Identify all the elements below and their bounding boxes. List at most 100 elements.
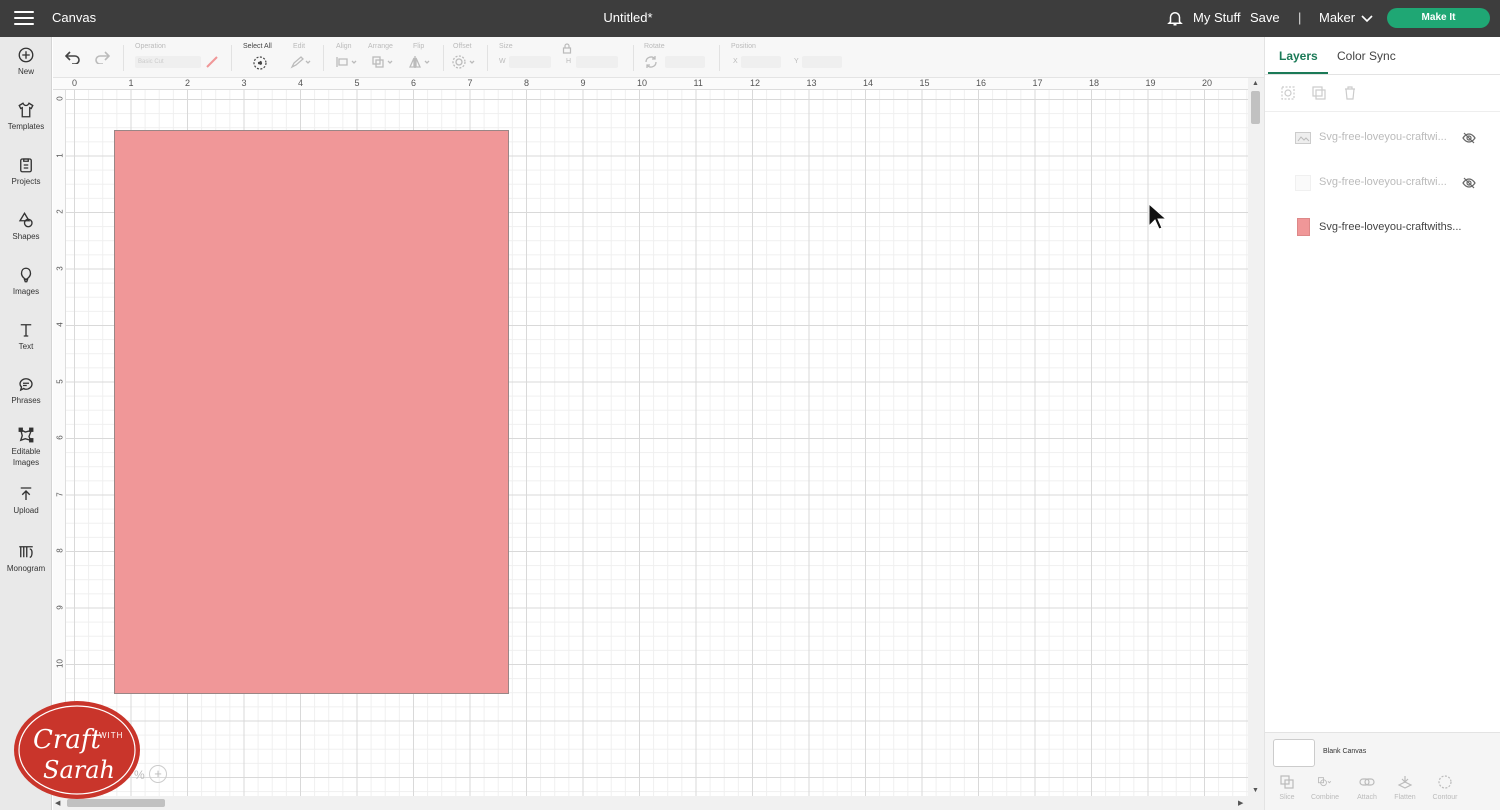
vertical-scroll-thumb[interactable] [1251,91,1260,124]
slice-button[interactable]: Slice [1267,774,1307,801]
ruler-tick-label: 3 [241,78,247,88]
rotate-input[interactable] [665,56,705,68]
design-canvas[interactable]: % + [66,90,1248,796]
scroll-up-arrow-icon[interactable]: ▲ [1252,80,1259,87]
hidden-eye-icon[interactable] [1462,131,1476,145]
delete-icon[interactable] [1342,85,1358,101]
notification-bell-icon[interactable] [1166,9,1184,27]
sidebar-label: Upload [13,506,39,515]
sidebar-item-templates[interactable]: Templates [0,101,52,132]
position-x-input[interactable] [741,56,781,68]
rotate-label: Rotate [644,43,665,50]
width-label: W [499,58,506,65]
layer-tools [1265,75,1500,111]
group-icon[interactable] [1280,85,1296,101]
contour-label: Contour [1432,794,1458,801]
position-y-label: Y [794,58,799,65]
undo-icon[interactable] [65,50,81,64]
arrange-icon[interactable] [371,55,395,69]
edit-pencil-icon[interactable] [290,55,312,69]
ruler-tick-label: 6 [55,435,65,440]
horizontal-scroll-thumb[interactable] [67,799,165,807]
make-it-button[interactable]: Make It [1387,8,1490,28]
text-icon [20,324,32,337]
blank-canvas-swatch[interactable] [1273,739,1315,767]
image-layer-icon [1295,132,1311,144]
layer-item[interactable]: Svg-free-loveyou-craftwi... [1265,118,1500,158]
pen-color-icon[interactable] [205,55,219,69]
arrange-label: Arrange [368,43,393,50]
edit-label: Edit [293,43,306,50]
tab-color-sync[interactable]: Color Sync [1337,49,1396,63]
ruler-tick-label: 16 [976,78,987,88]
editable-image-icon [18,427,34,443]
sidebar-label: Phrases [11,396,41,405]
ruler-tick-label: 8 [524,78,530,88]
combine-icon [1318,777,1332,787]
position-y-input[interactable] [802,56,842,68]
redo-icon[interactable] [94,50,110,64]
contour-icon [1438,775,1452,789]
offset-icon[interactable] [451,55,477,69]
sidebar-item-new[interactable]: New [0,46,52,77]
pink-rectangle-shape[interactable] [114,130,509,694]
plus-circle-icon [18,47,34,63]
sidebar-item-projects[interactable]: Projects [0,156,52,187]
horizontal-scrollbar[interactable]: ◀ ▶ [53,796,1264,810]
rotate-icon[interactable] [644,55,658,69]
blank-layer-icon [1295,175,1311,191]
ruler-tick-label: 4 [55,322,65,327]
craft-with-sarah-logo: Craft WITH Sarah [14,701,140,799]
layer-item[interactable]: Svg-free-loveyou-craftwi... [1265,163,1500,203]
sidebar-item-upload[interactable]: Upload [0,485,52,516]
width-input[interactable] [509,56,551,68]
sidebar-item-text[interactable]: Text [0,321,52,352]
hidden-eye-icon[interactable] [1462,176,1476,190]
layer-item[interactable]: Svg-free-loveyou-craftwiths... [1265,208,1500,248]
my-stuff-link[interactable]: My Stuff [1193,10,1240,25]
machine-selector[interactable]: Maker [1319,10,1355,25]
chevron-down-icon[interactable] [1361,13,1373,23]
save-button[interactable]: Save [1250,10,1280,25]
ruler-tick-label: 13 [806,78,817,88]
sidebar-item-monogram[interactable]: Monogram [0,543,52,574]
zoom-in-button[interactable]: + [149,765,167,783]
scroll-left-arrow-icon[interactable]: ◀ [55,799,60,807]
duplicate-icon[interactable] [1311,85,1327,101]
logo-word-sarah: Sarah [43,756,115,784]
align-icon[interactable] [335,55,359,69]
sidebar-label: Templates [7,122,45,131]
scroll-down-arrow-icon[interactable]: ▼ [1252,787,1259,794]
ruler-tick-label: 1 [128,78,134,88]
sidebar-label: Monogram [6,564,46,573]
lock-icon[interactable] [562,43,572,54]
contour-button[interactable]: Contour [1425,774,1465,801]
attach-button[interactable]: Attach [1347,774,1387,801]
top-bar: Canvas Untitled* My Stuff Save | Maker M… [0,0,1500,37]
toolbar-separator [231,45,232,71]
operation-select[interactable]: Basic Cut [135,56,201,68]
sidebar-item-shapes[interactable]: Shapes [0,211,52,242]
sidebar-item-images[interactable]: Images [0,266,52,297]
attach-icon [1359,778,1375,786]
pink-layer-swatch[interactable] [1297,218,1310,236]
logo-word-craft: Craft [33,725,101,755]
sidebar-item-phrases[interactable]: Phrases [0,375,52,406]
tab-layers[interactable]: Layers [1279,49,1318,63]
blank-canvas-row[interactable]: Blank Canvas [1265,732,1500,770]
vertical-scrollbar[interactable]: ▲ ▼ [1248,78,1264,796]
sidebar-label: Text [18,342,34,351]
ruler-tick-label: 20 [1202,78,1213,88]
scroll-right-arrow-icon[interactable]: ▶ [1238,799,1243,807]
layer-actions: Slice Combine Attach Flatten Contour [1265,770,1500,810]
sidebar-item-editable-images[interactable]: Editable Images [0,426,52,468]
ruler-tick-label: 6 [411,78,417,88]
sidebar-label: Images [12,287,40,296]
edit-toolbar: Operation Basic Cut Select All Edit Alig… [53,37,1264,78]
combine-button[interactable]: Combine [1305,774,1345,801]
ruler-tick-label: 0 [72,78,78,88]
height-input[interactable] [576,56,618,68]
flatten-button[interactable]: Flatten [1385,774,1425,801]
flip-icon[interactable] [408,55,432,69]
select-all-icon[interactable] [252,55,268,71]
